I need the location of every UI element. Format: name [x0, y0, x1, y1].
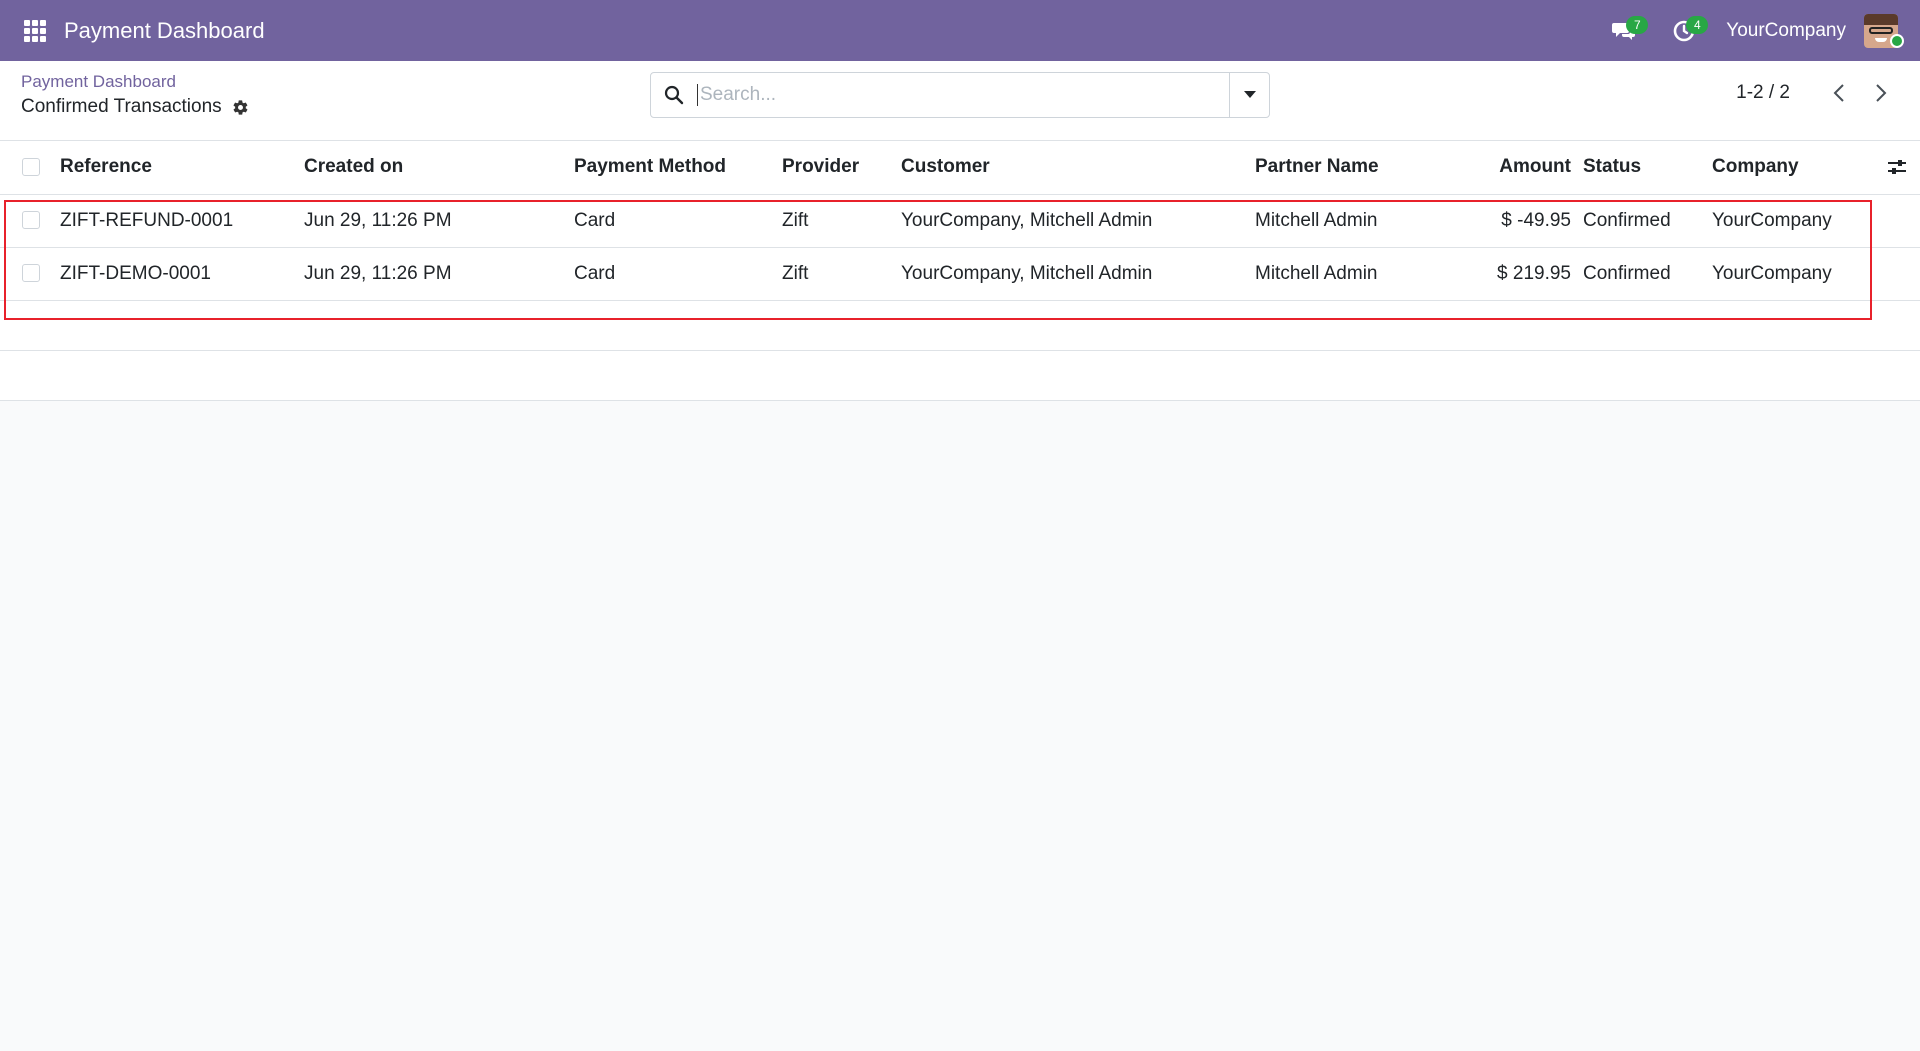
cell-partner-name: Mitchell Admin [1249, 247, 1474, 301]
row-select-cell [0, 194, 54, 248]
search-box [650, 72, 1270, 118]
messages-button[interactable]: 7 [1606, 13, 1649, 49]
messages-count-badge: 7 [1626, 15, 1649, 34]
cell-created-on: Jun 29, 11:26 PM [298, 247, 568, 301]
cell-customer: YourCompany, Mitchell Admin [895, 194, 1249, 248]
transactions-list: Reference Created on Payment Method Prov… [0, 141, 1920, 401]
cell-payment-method: Card [568, 194, 776, 248]
control-panel: Payment Dashboard Confirmed Transactions… [0, 61, 1920, 141]
pager-previous-button[interactable] [1822, 76, 1856, 110]
search-options-toggle[interactable] [1229, 73, 1269, 117]
cell-company: YourCompany [1706, 194, 1874, 248]
column-header-created-on[interactable]: Created on [298, 141, 568, 195]
apps-grid-icon[interactable] [16, 12, 54, 50]
row-select-cell [0, 247, 54, 301]
cell-company: YourCompany [1706, 247, 1874, 301]
chevron-right-icon [1876, 84, 1887, 102]
breadcrumb[interactable]: Payment Dashboard [21, 72, 176, 92]
column-header-customer[interactable]: Customer [895, 141, 1249, 195]
column-header-status[interactable]: Status [1577, 141, 1706, 195]
cell-reference: ZIFT-DEMO-0001 [54, 247, 298, 301]
select-all-checkbox[interactable] [22, 158, 40, 177]
column-header-amount[interactable]: Amount [1474, 141, 1577, 195]
cell-empty [1874, 247, 1920, 301]
column-header-payment-method[interactable]: Payment Method [568, 141, 776, 195]
activities-count-badge: 4 [1686, 15, 1709, 34]
cell-amount: $ -49.95 [1474, 194, 1577, 248]
pager-value[interactable]: 1-2 / 2 [1736, 82, 1790, 104]
row-checkbox[interactable] [22, 211, 40, 230]
optional-columns-toggle-icon[interactable] [1880, 158, 1914, 176]
cell-status: Confirmed [1577, 194, 1706, 248]
empty-row [0, 300, 1920, 351]
empty-row [0, 350, 1920, 401]
caret-down-icon [1243, 91, 1256, 98]
column-header-partner-name[interactable]: Partner Name [1249, 141, 1474, 195]
app-title[interactable]: Payment Dashboard [64, 18, 265, 44]
page-title-wrap: Confirmed Transactions [21, 96, 249, 118]
pager-next-button[interactable] [1864, 76, 1898, 110]
table-row[interactable]: ZIFT-REFUND-0001 Jun 29, 11:26 PM Card Z… [0, 194, 1920, 248]
column-header-company[interactable]: Company [1706, 141, 1874, 195]
pager: 1-2 / 2 [1736, 73, 1898, 113]
search-input[interactable] [697, 84, 1229, 106]
cell-provider: Zift [776, 194, 895, 248]
online-status-dot [1890, 34, 1904, 48]
cell-provider: Zift [776, 247, 895, 301]
column-header-reference[interactable]: Reference [54, 141, 298, 195]
cell-payment-method: Card [568, 247, 776, 301]
cell-amount: $ 219.95 [1474, 247, 1577, 301]
chevron-left-icon [1833, 84, 1844, 102]
activities-button[interactable]: 4 [1666, 13, 1709, 49]
table-row[interactable]: ZIFT-DEMO-0001 Jun 29, 11:26 PM Card Zif… [0, 247, 1920, 301]
table-header-row: Reference Created on Payment Method Prov… [0, 141, 1920, 195]
row-checkbox[interactable] [22, 264, 40, 283]
optional-columns-cell [1874, 141, 1920, 195]
page-title: Confirmed Transactions [21, 96, 222, 117]
cell-status: Confirmed [1577, 247, 1706, 301]
transactions-table: Reference Created on Payment Method Prov… [0, 141, 1920, 401]
search-icon [651, 85, 697, 105]
company-switcher[interactable]: YourCompany [1726, 20, 1846, 42]
top-navbar: Payment Dashboard 7 4 YourCompany [0, 0, 1920, 61]
column-header-provider[interactable]: Provider [776, 141, 895, 195]
navbar-systray: 7 4 YourCompany [1606, 0, 1920, 61]
cell-reference: ZIFT-REFUND-0001 [54, 194, 298, 248]
cell-customer: YourCompany, Mitchell Admin [895, 247, 1249, 301]
cell-empty [1874, 194, 1920, 248]
cell-created-on: Jun 29, 11:26 PM [298, 194, 568, 248]
cell-partner-name: Mitchell Admin [1249, 194, 1474, 248]
select-all-cell [0, 141, 54, 195]
gear-icon[interactable] [232, 99, 249, 116]
